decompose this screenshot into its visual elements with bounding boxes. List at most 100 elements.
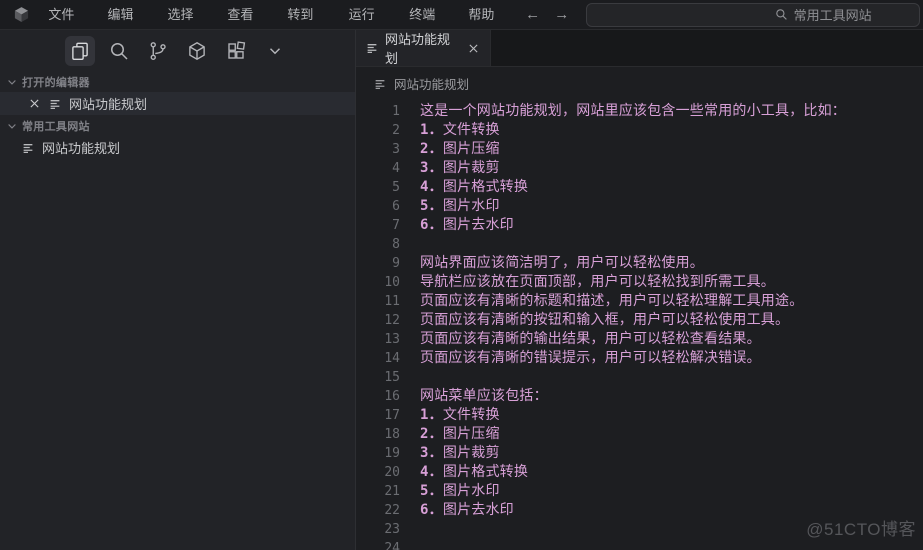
- nav-back-icon[interactable]: ←: [520, 4, 545, 26]
- search-icon: [775, 8, 788, 21]
- line-number: 4: [392, 161, 400, 176]
- code-line[interactable]: 9 网站界面应该简洁明了，用户可以轻松使用。: [356, 254, 923, 273]
- menu-edit[interactable]: 编辑(E): [99, 4, 159, 44]
- line-number: 13: [384, 332, 400, 347]
- code-line[interactable]: 21 5．图片水印: [356, 482, 923, 501]
- line-text: 1．文件转换: [420, 122, 500, 138]
- open-editor-item[interactable]: 网站功能规划: [0, 92, 355, 115]
- code-line[interactable]: 15: [356, 368, 923, 387]
- line-number: 2: [392, 123, 400, 138]
- line-text: 6．图片去水印: [420, 502, 514, 518]
- menu-help[interactable]: 帮助(H): [459, 4, 520, 44]
- cube-icon[interactable]: [182, 36, 212, 66]
- line-text: 页面应该有清晰的输出结果，用户可以轻松查看结果。: [420, 331, 761, 347]
- line-number: 22: [384, 503, 400, 518]
- file-icon: [48, 97, 62, 111]
- code-line[interactable]: 10 导航栏应该放在页面顶部，用户可以轻松找到所需工具。: [356, 273, 923, 292]
- line-number: 5: [392, 180, 400, 195]
- code-line[interactable]: 17 1．文件转换: [356, 406, 923, 425]
- chevron-down-icon: [8, 123, 16, 129]
- line-text: 3．图片裁剪: [420, 445, 500, 461]
- tab-close-icon[interactable]: [466, 40, 481, 56]
- line-number: 16: [384, 389, 400, 404]
- tab-label: 网站功能规划: [385, 32, 451, 66]
- code-line[interactable]: 3 2．图片压缩: [356, 140, 923, 159]
- menu-view[interactable]: 查看(V): [218, 4, 278, 44]
- close-icon[interactable]: [26, 96, 42, 112]
- code-line[interactable]: 14 页面应该有清晰的错误提示，用户可以轻松解决错误。: [356, 349, 923, 368]
- line-text: 4．图片格式转换: [420, 464, 529, 480]
- menu-file[interactable]: 文件(F): [39, 4, 98, 44]
- breadcrumb[interactable]: 网站功能规划: [356, 67, 923, 100]
- open-editor-filename: 网站功能规划: [69, 97, 148, 112]
- activity-bar: [0, 30, 355, 71]
- file-tree-filename: 网站功能规划: [42, 141, 121, 156]
- menu-run[interactable]: 运行(R): [340, 4, 401, 44]
- line-text: 2．图片压缩: [420, 141, 500, 157]
- line-number: 1: [392, 104, 400, 119]
- line-text: 2．图片压缩: [420, 426, 500, 442]
- line-number: 14: [384, 351, 400, 366]
- explorer-icon[interactable]: [65, 35, 95, 66]
- menu-terminal[interactable]: 终端(T): [400, 4, 459, 44]
- line-number: 12: [384, 313, 400, 328]
- code-line[interactable]: 1 这是一个网站功能规划，网站里应该包含一些常用的小工具，比如：: [356, 102, 923, 121]
- source-control-icon[interactable]: [143, 36, 173, 66]
- app-logo-icon: [12, 5, 31, 25]
- code-line[interactable]: 2 1．文件转换: [356, 121, 923, 140]
- vscode-window: 文件(F) 编辑(E) 选择(S) 查看(V) 转到(G) 运行(R) 终端(T…: [0, 0, 923, 550]
- line-text: 页面应该有清晰的标题和描述，用户可以轻松理解工具用途。: [420, 293, 804, 309]
- code-line[interactable]: 18 2．图片压缩: [356, 425, 923, 444]
- code-line[interactable]: 8: [356, 235, 923, 254]
- line-number: 8: [392, 237, 400, 252]
- folder-section-header[interactable]: 常用工具网站: [0, 115, 355, 136]
- line-number: 20: [384, 465, 400, 480]
- line-text: 1．文件转换: [420, 407, 500, 423]
- titlebar: 文件(F) 编辑(E) 选择(S) 查看(V) 转到(G) 运行(R) 终端(T…: [0, 0, 923, 44]
- code-line[interactable]: 20 4．图片格式转换: [356, 463, 923, 482]
- line-number: 24: [384, 541, 400, 550]
- code-area[interactable]: 1 这是一个网站功能规划，网站里应该包含一些常用的小工具，比如： 2 1．文件转…: [356, 100, 923, 550]
- line-text: 网站界面应该简洁明了，用户可以轻松使用。: [420, 255, 704, 271]
- line-number: 21: [384, 484, 400, 499]
- code-line[interactable]: 7 6．图片去水印: [356, 216, 923, 235]
- open-editors-label: 打开的编辑器: [22, 76, 90, 89]
- line-number: 11: [384, 294, 400, 309]
- file-tree-item[interactable]: 网站功能规划: [0, 136, 355, 159]
- open-editors-header[interactable]: 打开的编辑器: [0, 71, 355, 92]
- line-text: 网站菜单应该包括：: [420, 388, 548, 404]
- code-line[interactable]: 11 页面应该有清晰的标题和描述，用户可以轻松理解工具用途。: [356, 292, 923, 311]
- tab-active[interactable]: 网站功能规划: [356, 30, 491, 66]
- code-line[interactable]: 12 页面应该有清晰的按钮和输入框，用户可以轻松使用工具。: [356, 311, 923, 330]
- code-line[interactable]: 13 页面应该有清晰的输出结果，用户可以轻松查看结果。: [356, 330, 923, 349]
- menu-selection[interactable]: 选择(S): [158, 4, 218, 44]
- extensions-icon[interactable]: [221, 36, 251, 66]
- file-icon: [21, 141, 35, 155]
- nav-forward-icon[interactable]: →: [549, 4, 574, 26]
- code-line[interactable]: 16 网站菜单应该包括：: [356, 387, 923, 406]
- breadcrumb-filename: 网站功能规划: [394, 78, 470, 92]
- line-text: 页面应该有清晰的按钮和输入框，用户可以轻松使用工具。: [420, 312, 790, 328]
- code-line[interactable]: 5 4．图片格式转换: [356, 178, 923, 197]
- line-number: 15: [384, 370, 400, 385]
- chevron-down-icon: [8, 79, 16, 85]
- command-center-search[interactable]: 常用工具网站: [586, 2, 920, 27]
- code-line[interactable]: 24: [356, 539, 923, 550]
- line-number: 17: [384, 408, 400, 423]
- code-line[interactable]: 6 5．图片水印: [356, 197, 923, 216]
- menu-goto[interactable]: 转到(G): [278, 4, 339, 44]
- folder-section-label: 常用工具网站: [22, 120, 90, 133]
- code-line[interactable]: 19 3．图片裁剪: [356, 444, 923, 463]
- file-icon: [365, 41, 379, 55]
- watermark: @51CTO博客: [806, 520, 916, 539]
- line-text: 这是一个网站功能规划，网站里应该包含一些常用的小工具，比如：: [420, 103, 846, 119]
- code-line[interactable]: 4 3．图片裁剪: [356, 159, 923, 178]
- workbench: 打开的编辑器 网站功能规划 常用工具网站 网站功能规划 网站功能规划 网站功能规…: [0, 30, 923, 550]
- more-views-chevron-icon[interactable]: [260, 36, 290, 66]
- line-text: 3．图片裁剪: [420, 160, 500, 176]
- line-text: 导航栏应该放在页面顶部，用户可以轻松找到所需工具。: [420, 274, 775, 290]
- editor-group: 网站功能规划 网站功能规划 1 这是一个网站功能规划，网站里应该包含一些常用的小…: [356, 30, 923, 550]
- sidebar: 打开的编辑器 网站功能规划 常用工具网站 网站功能规划: [0, 30, 356, 550]
- line-number: 9: [392, 256, 400, 271]
- search-view-icon[interactable]: [104, 36, 134, 66]
